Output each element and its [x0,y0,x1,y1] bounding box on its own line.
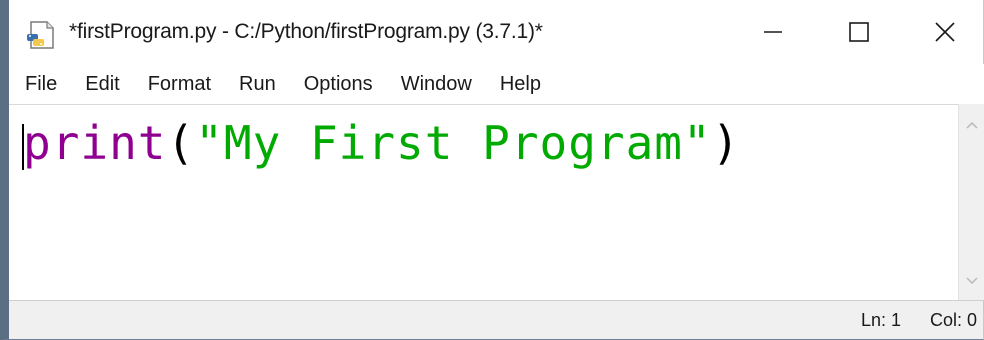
scroll-up-button[interactable] [959,114,984,136]
vertical-scrollbar[interactable] [958,104,984,300]
title-bar[interactable]: *firstProgram.py - C:/Python/firstProgra… [9,0,983,64]
maximize-icon [849,22,869,42]
column-number-status: Col: 0 [929,310,977,330]
string-token: "My First Program" [195,116,712,170]
menu-help[interactable]: Help [486,67,555,101]
open-paren-token: ( [166,116,196,170]
close-paren-token: ) [711,116,741,170]
minimize-button[interactable] [743,12,803,52]
status-bar: Ln: 1 Col: 0 [9,300,983,339]
scroll-down-button[interactable] [959,270,984,292]
python-file-icon [27,21,54,49]
code-editor[interactable]: print("My First Program") [9,104,958,301]
code-line-1[interactable]: print("My First Program") [23,113,740,173]
close-icon [935,22,955,42]
menu-run[interactable]: Run [225,67,290,101]
menu-bar: File Edit Format Run Options Window Help [9,64,984,104]
close-button[interactable] [915,12,975,52]
maximize-button[interactable] [829,12,889,52]
menu-options[interactable]: Options [290,67,387,101]
text-cursor [22,124,24,170]
menu-edit[interactable]: Edit [71,67,133,101]
line-number-status: Ln: 1 [860,310,901,330]
menu-format[interactable]: Format [134,67,225,101]
minimize-icon [764,31,782,33]
builtin-token: print [23,116,167,170]
idle-editor-window: *firstProgram.py - C:/Python/firstProgra… [0,0,984,340]
chevron-down-icon [965,277,978,285]
menu-window[interactable]: Window [387,67,486,101]
window-title: *firstProgram.py - C:/Python/firstProgra… [69,20,543,43]
menu-file[interactable]: File [11,67,71,101]
chevron-up-icon [965,121,978,129]
